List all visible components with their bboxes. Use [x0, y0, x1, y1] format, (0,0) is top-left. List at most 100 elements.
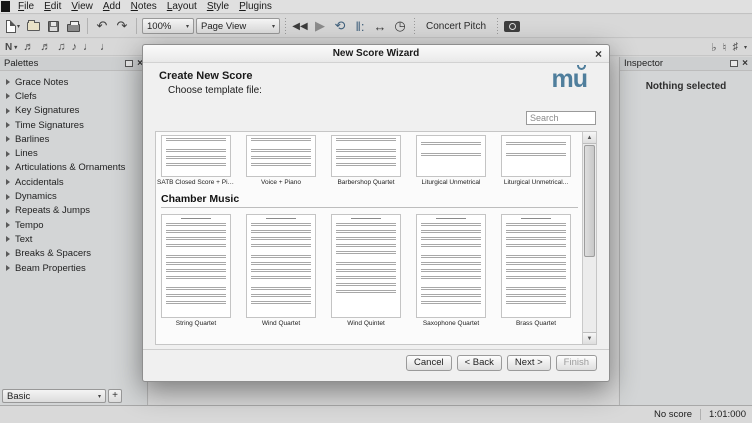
template-card-brass-quartet[interactable]: Brass Quartet — [501, 214, 571, 327]
palette-item-accidentals[interactable]: Accidentals — [0, 175, 147, 189]
chevron-down-icon: ▾ — [272, 23, 275, 30]
note-input-mode-button[interactable]: N ▾ — [5, 42, 17, 53]
redo-button[interactable]: ↷ — [113, 17, 131, 35]
template-card-liturgical-unmetrical-2[interactable]: Liturgical Unmetrical... — [501, 135, 571, 186]
template-card-string-quartet[interactable]: String Quartet — [161, 214, 231, 327]
template-card-voice-piano[interactable]: Voice + Piano — [246, 135, 316, 186]
open-button[interactable] — [24, 17, 42, 35]
template-search-input[interactable] — [526, 111, 596, 125]
dialog-titlebar[interactable]: New Score Wizard × — [143, 45, 609, 63]
menu-view[interactable]: View — [66, 0, 98, 13]
palette-item-grace-notes[interactable]: Grace Notes — [0, 75, 147, 89]
palette-item-label: Tempo — [15, 220, 44, 231]
palette-item-text[interactable]: Text — [0, 232, 147, 246]
add-palette-button[interactable]: + — [108, 389, 122, 403]
template-card-saxophone-quartet[interactable]: Saxophone Quartet — [416, 214, 486, 327]
inspector-panel: Inspector × Nothing selected — [619, 57, 752, 405]
undock-icon[interactable] — [730, 60, 738, 67]
inspector-title: Inspector — [624, 58, 730, 69]
scroll-down-arrow-icon[interactable]: ▼ — [583, 332, 596, 344]
undo-button[interactable]: ↶ — [93, 17, 111, 35]
palette-item-time-signatures[interactable]: Time Signatures — [0, 118, 147, 132]
palette-list: Grace Notes Clefs Key Signatures Time Si… — [0, 71, 147, 275]
menu-layout[interactable]: Layout — [162, 0, 202, 13]
palette-item-lines[interactable]: Lines — [0, 146, 147, 160]
window-icon — [1, 1, 10, 12]
palette-item-tempo[interactable]: Tempo — [0, 218, 147, 232]
palette-item-clefs[interactable]: Clefs — [0, 89, 147, 103]
note-64th-button[interactable]: ♬ — [23, 41, 34, 53]
close-icon[interactable]: × — [742, 60, 748, 68]
chevron-down-icon: ▾ — [17, 23, 20, 30]
wizard-subheading: Choose template file: — [168, 85, 262, 96]
expand-arrow-icon — [6, 79, 10, 85]
palette-preset-select[interactable]: Basic ▾ — [2, 389, 106, 403]
palette-item-beam-properties[interactable]: Beam Properties — [0, 261, 147, 275]
menu-file[interactable]: File — [13, 0, 39, 13]
template-thumbnail — [246, 214, 316, 318]
status-bar: No score 1:01:000 — [0, 405, 752, 423]
palettes-title: Palettes — [4, 58, 125, 69]
palette-item-label: Repeats & Jumps — [15, 205, 90, 216]
save-button[interactable] — [44, 17, 62, 35]
sharp-button[interactable]: ♯ — [732, 41, 738, 53]
note-8th-button[interactable]: ♪ — [72, 41, 78, 53]
palette-item-key-signatures[interactable]: Key Signatures — [0, 104, 147, 118]
play-button[interactable]: ▶ — [311, 17, 329, 35]
expand-arrow-icon — [6, 179, 10, 185]
template-thumbnail — [331, 214, 401, 318]
cancel-button[interactable]: Cancel — [406, 355, 452, 371]
palette-item-label: Lines — [15, 148, 38, 159]
palette-item-repeats-jumps[interactable]: Repeats & Jumps — [0, 204, 147, 218]
palette-item-articulations[interactable]: Articulations & Ornaments — [0, 161, 147, 175]
vertical-scrollbar[interactable]: ▲ ▼ — [582, 132, 596, 344]
template-card-barbershop-quartet[interactable]: Barbershop Quartet — [331, 135, 401, 186]
menu-plugins[interactable]: Plugins — [234, 0, 277, 13]
palette-item-barlines[interactable]: Barlines — [0, 132, 147, 146]
back-button[interactable]: < Back — [457, 355, 502, 371]
palette-item-label: Grace Notes — [15, 77, 68, 88]
loop-playback-button[interactable]: ⟲ — [331, 17, 349, 35]
menu-add[interactable]: Add — [98, 0, 126, 13]
menu-notes[interactable]: Notes — [126, 0, 162, 13]
zoom-select[interactable]: 100% ▾ — [142, 18, 194, 34]
template-thumbnail — [416, 135, 486, 177]
next-button[interactable]: Next > — [507, 355, 551, 371]
close-icon[interactable]: × — [595, 45, 602, 63]
note-16th-button[interactable]: ♫ — [57, 41, 65, 53]
note-half-button[interactable]: ♩ — [100, 41, 111, 53]
image-capture-button[interactable] — [503, 17, 521, 35]
view-mode-select[interactable]: Page View ▾ — [196, 18, 280, 34]
scroll-up-arrow-icon[interactable]: ▲ — [583, 132, 596, 144]
template-card-liturgical-unmetrical[interactable]: Liturgical Unmetrical — [416, 135, 486, 186]
play-repeats-button[interactable]: ‖: — [351, 17, 369, 35]
toolbar-separator — [285, 18, 286, 34]
template-scroll-area: SATB Closed Score + Piano Voice + Piano … — [155, 131, 597, 345]
metronome-button[interactable]: ◷ — [391, 17, 409, 35]
template-card-wind-quartet[interactable]: Wind Quartet — [246, 214, 316, 327]
template-card-satb-piano[interactable]: SATB Closed Score + Piano — [161, 135, 231, 186]
finish-button[interactable]: Finish — [556, 355, 597, 371]
palette-item-dynamics[interactable]: Dynamics — [0, 189, 147, 203]
note-quarter-button[interactable]: ♩ — [83, 41, 94, 53]
template-card-wind-quintet[interactable]: Wind Quintet — [331, 214, 401, 327]
palette-preset-value: Basic — [7, 391, 30, 402]
print-button[interactable] — [64, 17, 82, 35]
scrollbar-thumb[interactable] — [584, 145, 595, 257]
concert-pitch-button[interactable]: Concert Pitch — [420, 17, 492, 35]
palette-item-label: Articulations & Ornaments — [15, 162, 125, 173]
palette-item-label: Time Signatures — [15, 120, 84, 131]
flat-button[interactable]: ♭ — [711, 41, 716, 54]
menu-style[interactable]: Style — [202, 0, 234, 13]
note-32nd-button[interactable]: ♬ — [40, 41, 51, 53]
template-thumbnail — [501, 135, 571, 177]
undock-icon[interactable] — [125, 60, 133, 67]
template-thumbnail — [416, 214, 486, 318]
natural-button[interactable]: ♮ — [723, 41, 727, 54]
new-score-button[interactable]: ▾ — [4, 17, 22, 35]
palette-item-breaks-spacers[interactable]: Breaks & Spacers — [0, 247, 147, 261]
menu-edit[interactable]: Edit — [39, 0, 66, 13]
rewind-button[interactable]: ◀◀ — [291, 17, 309, 35]
pan-score-button[interactable]: ↔ — [371, 17, 389, 35]
toolbar-separator — [414, 18, 415, 34]
